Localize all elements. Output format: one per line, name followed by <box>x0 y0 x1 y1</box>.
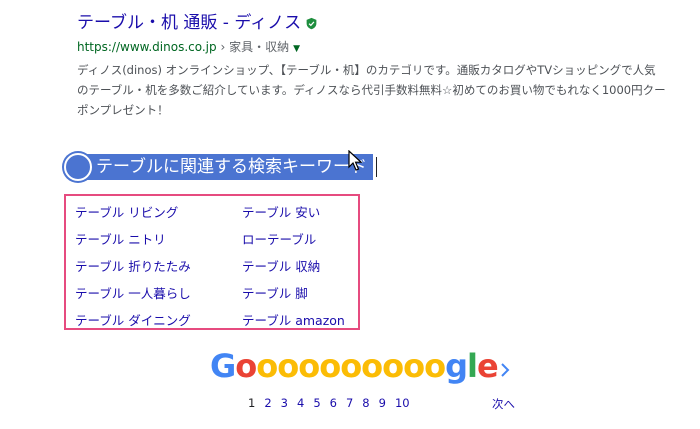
google-logo: Goooooooooogle <box>210 346 499 386</box>
related-search-link[interactable]: テーブル 安い <box>242 201 372 224</box>
result-title-text: テーブル・机 通販 - ディノス <box>77 13 302 33</box>
logo-letter[interactable]: o <box>340 347 362 385</box>
related-searches-heading-text: テーブルに関連する検索キーワード <box>78 154 373 180</box>
related-search-link[interactable]: テーブル ニトリ <box>75 228 242 251</box>
page-number-list: 1 2 3 4 5 6 7 8 9 10 <box>248 395 410 411</box>
logo-letter[interactable]: e <box>477 347 499 385</box>
related-search-link[interactable]: テーブル リビング <box>75 201 242 224</box>
logo-letter[interactable]: l <box>467 347 478 385</box>
result-snippet: ディノス(dinos) オンラインショップ、【テーブル・机】のカテゴリです。通販… <box>77 63 666 117</box>
logo-letter: o <box>235 347 257 385</box>
related-searches-list: テーブル リビング テーブル 安い テーブル ニトリ ローテーブル テーブル 折… <box>75 201 372 332</box>
text-caret <box>375 157 377 177</box>
related-search-link[interactable]: テーブル 収納 <box>242 255 372 278</box>
result-url-text: https://www.dinos.co.jp <box>77 40 217 54</box>
logo-letter[interactable]: g <box>445 347 468 385</box>
related-search-link[interactable]: テーブル amazon <box>242 309 372 332</box>
page-number-current: 1 <box>248 396 256 410</box>
chevron-right-icon[interactable] <box>498 362 512 378</box>
logo-letter[interactable]: o <box>256 347 278 385</box>
logo-letter: G <box>210 347 236 385</box>
page-number-link[interactable]: 3 <box>281 395 288 411</box>
page-number-link[interactable]: 5 <box>313 395 320 411</box>
pagination-logo: Goooooooooogle <box>210 346 499 386</box>
result-url: https://www.dinos.co.jp › 家具・収納 ▼ <box>77 38 677 58</box>
related-search-link[interactable]: テーブル 脚 <box>242 282 372 305</box>
logo-letter[interactable]: o <box>361 347 383 385</box>
result-url-dropdown-icon[interactable]: ▼ <box>293 44 300 54</box>
result-breadcrumb: › 家具・収納 <box>216 40 290 54</box>
verified-shield-icon <box>306 17 317 29</box>
result-title-link[interactable]: テーブル・机 通販 - ディノス <box>77 10 318 36</box>
logo-letter[interactable]: o <box>319 347 341 385</box>
page-number-link[interactable]: 2 <box>264 395 271 411</box>
logo-letter[interactable]: o <box>298 347 320 385</box>
related-search-link[interactable]: テーブル ダイニング <box>75 309 242 332</box>
page-number-link[interactable]: 6 <box>330 395 337 411</box>
logo-letter[interactable]: o <box>382 347 404 385</box>
search-result: テーブル・机 通販 - ディノス https://www.dinos.co.jp… <box>77 10 677 120</box>
logo-letter[interactable]: o <box>424 347 446 385</box>
related-searches-heading: テーブルに関連する検索キーワード <box>64 152 377 182</box>
related-search-link[interactable]: ローテーブル <box>242 228 372 251</box>
related-search-link[interactable]: テーブル 折りたたみ <box>75 255 242 278</box>
page-number-link[interactable]: 10 <box>395 395 410 411</box>
page-number-link[interactable]: 4 <box>297 395 304 411</box>
logo-letter[interactable]: o <box>277 347 299 385</box>
mouse-pointer-icon <box>348 150 363 171</box>
page-number-link[interactable]: 7 <box>346 395 353 411</box>
page-number-link[interactable]: 8 <box>362 395 369 411</box>
next-page-link[interactable]: 次へ <box>492 396 515 412</box>
related-search-link[interactable]: テーブル 一人暮らし <box>75 282 242 305</box>
selection-handle-icon[interactable] <box>64 153 92 181</box>
page-number-link[interactable]: 9 <box>379 395 386 411</box>
logo-letter[interactable]: o <box>403 347 425 385</box>
